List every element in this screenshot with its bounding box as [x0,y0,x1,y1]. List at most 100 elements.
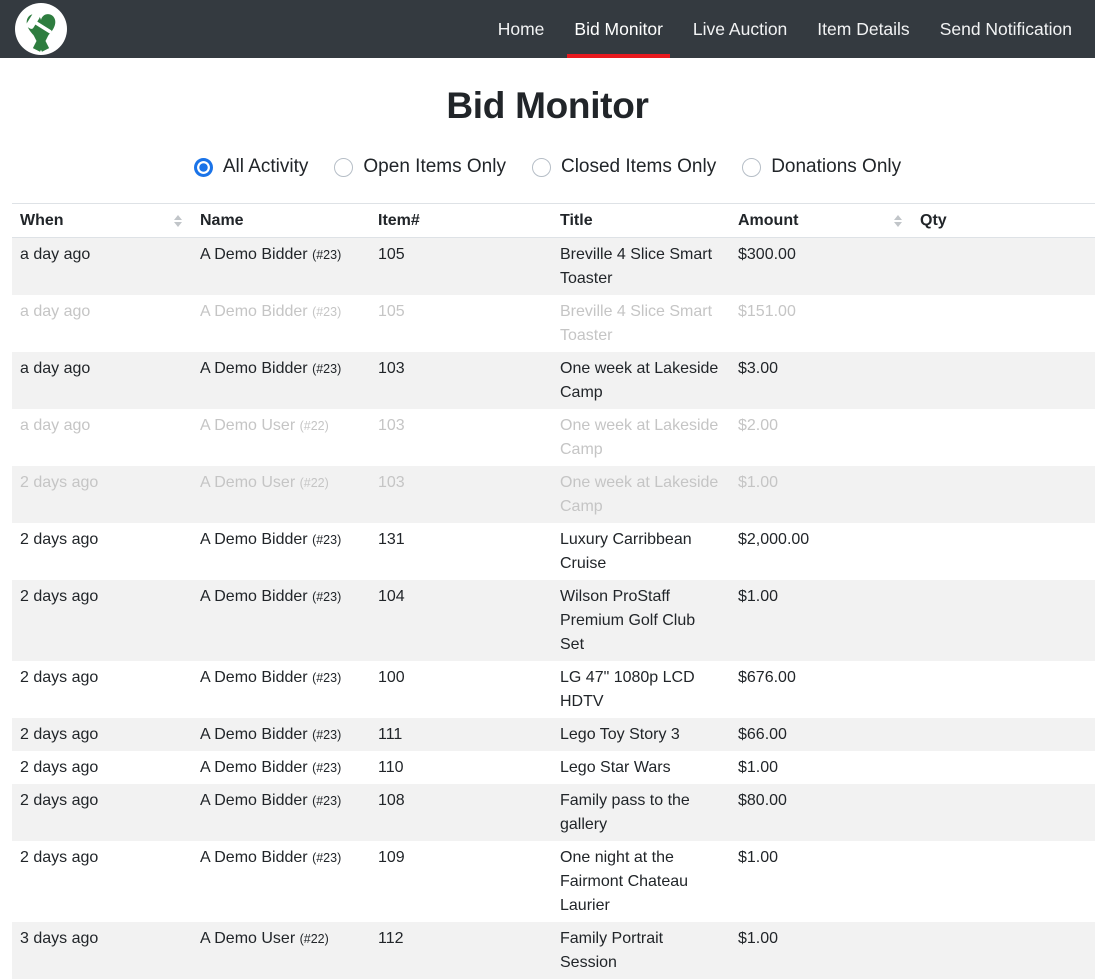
cell-amount: $2,000.00 [730,523,912,580]
table-row: 2 days agoA Demo Bidder (#23)131Luxury C… [12,523,1095,580]
sort-icon[interactable] [894,215,902,227]
table-row: 2 days agoA Demo Bidder (#23)100LG 47" 1… [12,661,1095,718]
column-header-qty: Qty [912,204,1095,238]
bid-table-container: WhenNameItem#TitleAmountQty a day agoA D… [12,203,1095,979]
cell-when: 2 days ago [12,523,192,580]
filter-label: Closed Items Only [561,156,716,178]
cell-title: Family pass to the gallery [552,784,730,841]
column-label: Item# [378,209,420,233]
cell-item-number: 105 [370,295,552,352]
cell-qty [912,352,1095,409]
bid-table-body: a day agoA Demo Bidder (#23)105Breville … [12,238,1095,979]
cell-name: A Demo User (#22) [192,466,370,523]
radio-unselected-icon[interactable] [334,158,353,177]
table-row: 2 days agoA Demo Bidder (#23)110Lego Sta… [12,751,1095,784]
nav-item-send-notification[interactable]: Send Notification [933,0,1079,58]
cell-qty [912,295,1095,352]
cell-qty [912,718,1095,751]
bidder-number: (#23) [312,362,341,376]
cell-title: Breville 4 Slice Smart Toaster [552,295,730,352]
cell-title: One week at Lakeside Camp [552,409,730,466]
column-header-when[interactable]: When [12,204,192,238]
cell-title: Family Portrait Session [552,922,730,979]
cell-amount: $1.00 [730,922,912,979]
cell-item-number: 110 [370,751,552,784]
cell-amount: $1.00 [730,466,912,523]
bidder-name: A Demo Bidder [200,849,308,866]
radio-unselected-icon[interactable] [742,158,761,177]
column-label: Name [200,209,244,233]
cell-qty [912,238,1095,296]
bidder-name: A Demo Bidder [200,588,308,605]
cell-name: A Demo Bidder (#23) [192,661,370,718]
nav-item-bid-monitor[interactable]: Bid Monitor [567,0,670,58]
bidder-name: A Demo Bidder [200,726,308,743]
bidder-number: (#23) [312,305,341,319]
bid-table-header: When Name Item# Title Amount Qty [12,204,1095,238]
bidder-name: A Demo Bidder [200,531,308,548]
cell-amount: $3.00 [730,352,912,409]
cell-name: A Demo Bidder (#23) [192,841,370,922]
cell-item-number: 104 [370,580,552,661]
sort-icon[interactable] [174,215,182,227]
bidder-number: (#23) [312,761,341,775]
cell-qty [912,661,1095,718]
activity-filter-group: All Activity Open Items Only Closed Items … [0,156,1095,178]
table-row: a day agoA Demo User (#22)103One week at… [12,409,1095,466]
cell-item-number: 103 [370,409,552,466]
filter-donations-only[interactable]: Donations Only [742,156,901,178]
bidder-number: (#23) [312,533,341,547]
cell-when: a day ago [12,238,192,296]
column-label: Qty [920,209,947,233]
cell-name: A Demo Bidder (#23) [192,523,370,580]
column-header-item: Item# [370,204,552,238]
radio-selected-icon[interactable] [194,158,213,177]
cell-qty [912,523,1095,580]
cell-qty [912,841,1095,922]
cell-when: 2 days ago [12,784,192,841]
nav-item-item-details[interactable]: Item Details [810,0,916,58]
filter-label: Open Items Only [363,156,506,178]
nav-item-home[interactable]: Home [491,0,552,58]
bidder-name: A Demo Bidder [200,792,308,809]
nav-links: Home Bid Monitor Live Auction Item Details S… [483,0,1095,58]
cell-when: 2 days ago [12,718,192,751]
filter-open-items-only[interactable]: Open Items Only [334,156,506,178]
table-row: 3 days agoA Demo User (#22)112Family Por… [12,922,1095,979]
cell-qty [912,751,1095,784]
bidder-name: A Demo Bidder [200,669,308,686]
heart-gavel-logo-icon [15,3,67,55]
cell-when: 2 days ago [12,580,192,661]
bidder-name: A Demo Bidder [200,303,308,320]
cell-name: A Demo Bidder (#23) [192,295,370,352]
nav-item-live-auction[interactable]: Live Auction [686,0,794,58]
cell-title: Wilson ProStaff Premium Golf Club Set [552,580,730,661]
table-row: 2 days agoA Demo Bidder (#23)104Wilson P… [12,580,1095,661]
bidder-name: A Demo Bidder [200,759,308,776]
cell-qty [912,922,1095,979]
cell-qty [912,466,1095,523]
cell-item-number: 100 [370,661,552,718]
column-label: Amount [738,209,798,233]
filter-all-activity[interactable]: All Activity [194,156,309,178]
column-label: When [20,209,64,233]
table-row: 2 days agoA Demo Bidder (#23)109One nigh… [12,841,1095,922]
column-label: Title [560,209,593,233]
brand-logo[interactable] [15,3,67,55]
cell-name: A Demo Bidder (#23) [192,580,370,661]
cell-amount: $1.00 [730,751,912,784]
navbar: Home Bid Monitor Live Auction Item Details S… [0,0,1095,58]
cell-item-number: 108 [370,784,552,841]
bidder-number: (#23) [312,728,341,742]
filter-label: All Activity [223,156,309,178]
bidder-number: (#23) [312,590,341,604]
cell-amount: $2.00 [730,409,912,466]
column-header-amount[interactable]: Amount [730,204,912,238]
cell-item-number: 112 [370,922,552,979]
cell-amount: $1.00 [730,841,912,922]
cell-name: A Demo Bidder (#23) [192,718,370,751]
filter-closed-items-only[interactable]: Closed Items Only [532,156,716,178]
cell-name: A Demo Bidder (#23) [192,784,370,841]
cell-name: A Demo Bidder (#23) [192,238,370,296]
radio-unselected-icon[interactable] [532,158,551,177]
